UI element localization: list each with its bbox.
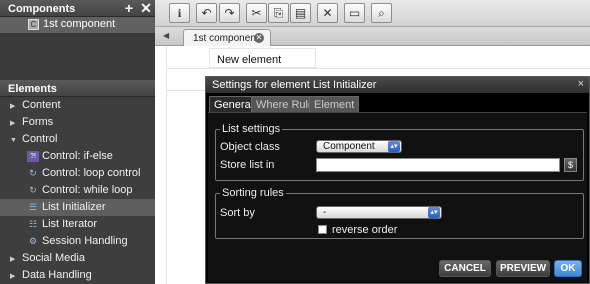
variable-picker-button[interactable]: $	[564, 158, 577, 172]
dollar-icon: $	[567, 160, 573, 170]
element-label: Social Media	[22, 252, 85, 264]
cut-icon: ✂	[251, 6, 262, 20]
chevron-right-icon: ▶	[10, 103, 16, 110]
elements-list: ▶ Content ▶ Forms ▼ Control ?! Control: if-e…	[0, 97, 155, 284]
chevron-right-icon: ▶	[10, 120, 16, 127]
delete-button[interactable]: ✕	[317, 3, 338, 23]
tab-bar: ◀ 1st component ✕	[155, 27, 590, 46]
close-tab-icon[interactable]: ✕	[254, 33, 264, 43]
element-list-iterator[interactable]: ☷ List Iterator	[0, 216, 155, 233]
components-panel-header: Components + ✕	[0, 0, 155, 17]
components-list-area	[0, 33, 155, 80]
loop-icon: ↻	[29, 184, 37, 195]
save-button[interactable]: ▭	[344, 3, 365, 23]
tab-label: 1st component	[193, 33, 259, 44]
sort-by-value: -	[323, 207, 327, 218]
loop-icon: ↻	[29, 167, 37, 178]
object-class-label: Object class	[220, 141, 280, 153]
dialog-title-bar: Settings for element List Initializer ×	[206, 77, 589, 93]
session-icon: ⚙	[28, 235, 38, 246]
element-label: Data Handling	[22, 269, 92, 281]
undo-icon: ↶	[201, 6, 212, 20]
save-icon: ▭	[348, 6, 361, 20]
paste-icon: ▤	[294, 6, 307, 20]
component-item[interactable]: C 1st component	[0, 17, 155, 33]
object-class-select[interactable]: Component ▴▾	[316, 140, 402, 153]
add-component-button[interactable]: +	[122, 1, 136, 15]
ok-button[interactable]: OK	[554, 260, 582, 277]
sorting-rules-legend: Sorting rules	[222, 187, 284, 199]
element-category-control[interactable]: ▼ Control	[0, 131, 155, 148]
settings-dialog: Settings for element List Initializer × …	[205, 76, 590, 284]
cut-button[interactable]: ✂	[246, 3, 267, 23]
components-title: Components	[8, 3, 76, 15]
store-list-label: Store list in	[220, 159, 275, 171]
element-label: Content	[22, 99, 61, 111]
element-label: List Iterator	[42, 218, 98, 230]
element-control-if-else[interactable]: ?! Control: if-else	[0, 148, 155, 165]
tab-1st-component[interactable]: 1st component ✕	[183, 29, 271, 46]
copy-button[interactable]: ⎘	[268, 3, 289, 23]
chevron-down-icon: ▼	[10, 137, 17, 144]
new-element-label: New element	[217, 54, 282, 66]
cancel-button[interactable]: CANCEL	[439, 260, 491, 277]
element-label: Control: while loop	[42, 184, 133, 196]
close-components-button[interactable]: ✕	[139, 1, 153, 15]
sort-by-label: Sort by	[220, 207, 255, 219]
info-button[interactable]: i	[169, 3, 190, 23]
element-category-social-media[interactable]: ▶ Social Media	[0, 250, 155, 267]
undo-button[interactable]: ↶	[196, 3, 217, 23]
object-class-value: Component	[323, 141, 375, 152]
dialog-close-icon[interactable]: ×	[578, 78, 584, 90]
reverse-order-label: reverse order	[332, 224, 398, 236]
element-label: Control	[22, 133, 58, 145]
preview-button[interactable]: ⌕	[371, 3, 392, 23]
delete-icon: ✕	[322, 6, 333, 20]
element-control-while[interactable]: ↻ Control: while loop	[0, 182, 155, 199]
copy-icon: ⎘	[273, 6, 284, 20]
store-list-input[interactable]	[316, 158, 560, 172]
tab-scroll-left-icon[interactable]: ◀	[163, 31, 169, 40]
list-iterator-icon: ☷	[28, 218, 38, 229]
component-item-label: 1st component	[43, 18, 116, 30]
dialog-title: Settings for element List Initializer	[212, 79, 377, 91]
select-arrows-icon: ▴▾	[388, 141, 400, 152]
preview-button[interactable]: PREVIEW	[496, 260, 550, 277]
redo-button[interactable]: ↷	[219, 3, 240, 23]
chevron-right-icon: ▶	[10, 273, 16, 280]
list-icon: ☰	[28, 201, 38, 212]
element-session-handling[interactable]: ⚙ Session Handling	[0, 233, 155, 250]
paste-button[interactable]: ▤	[290, 3, 311, 23]
element-control-loop[interactable]: ↻ Control: loop control	[0, 165, 155, 182]
redo-icon: ↷	[224, 6, 235, 20]
canvas-guide	[166, 46, 167, 284]
element-category-data-handling[interactable]: ▶ Data Handling	[0, 267, 155, 284]
element-label: Session Handling	[42, 235, 128, 247]
element-label: Forms	[22, 116, 54, 128]
left-panel: Components + ✕ C 1st component Elements ▶…	[0, 0, 155, 284]
dialog-body: List settings Object class Component ▴▾ …	[208, 112, 587, 282]
element-label: Control: if-else	[42, 150, 113, 162]
app-root: Components + ✕ C 1st component Elements ▶…	[0, 0, 590, 284]
element-label: Control: loop control	[42, 167, 141, 179]
component-icon: C	[28, 18, 39, 30]
list-settings-legend: List settings	[222, 123, 281, 135]
tab-element[interactable]: Element	[309, 96, 360, 112]
element-label: List Initializer	[42, 201, 106, 213]
element-list-initializer[interactable]: ☰ List Initializer	[0, 199, 155, 216]
elements-panel-header: Elements	[0, 80, 155, 97]
info-icon: i	[177, 6, 182, 20]
sort-by-select[interactable]: - ▴▾	[316, 206, 442, 219]
preview-icon: ⌕	[378, 6, 385, 20]
element-category-forms[interactable]: ▶ Forms	[0, 114, 155, 131]
chevron-right-icon: ▶	[10, 256, 16, 263]
select-arrows-icon: ▴▾	[428, 207, 440, 218]
element-category-content[interactable]: ▶ Content	[0, 97, 155, 114]
elements-title: Elements	[8, 83, 57, 95]
canvas-guide	[166, 68, 590, 69]
toolbar: i ↶ ↷ ✂ ⎘ ▤ ✕ ▭ ⌕	[155, 0, 590, 27]
reverse-order-checkbox[interactable]	[318, 225, 327, 234]
if-else-icon: ?!	[27, 150, 39, 162]
